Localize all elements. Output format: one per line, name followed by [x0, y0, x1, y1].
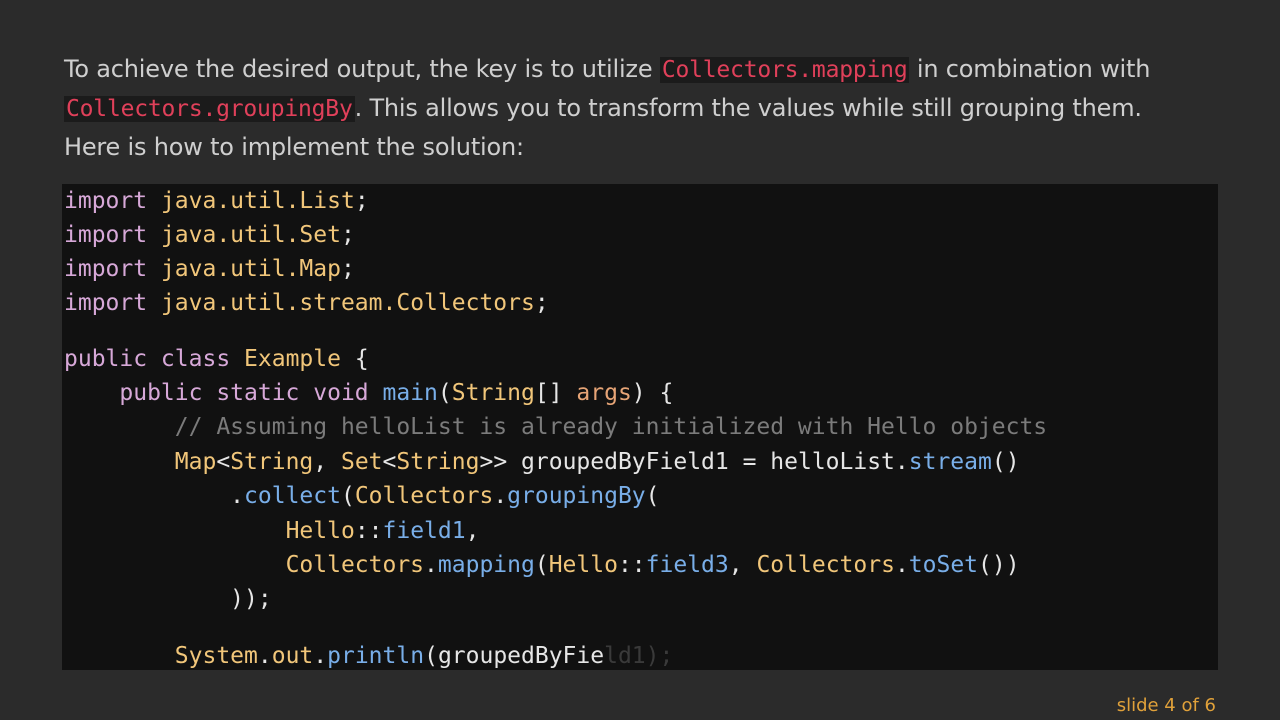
slide-counter: slide 4 of 6	[1116, 695, 1216, 716]
code-line-6: public static void main(String[] args) {	[64, 376, 673, 410]
code-line-9: .collect(Collectors.groupingBy(	[64, 479, 660, 513]
code-line-11: Collectors.mapping(Hello::field3, Collec…	[64, 548, 1020, 582]
faded-code-text: ld1);	[604, 643, 674, 669]
code-block: import java.util.List; import java.util.…	[62, 184, 1218, 670]
type-name: Map	[174, 449, 217, 475]
intro-line-1: To achieve the desired output, the key i…	[64, 50, 1224, 89]
punctuation: ::	[617, 552, 646, 578]
package-name: java.util.stream.Collectors	[147, 290, 535, 316]
keyword: import	[64, 188, 148, 214]
code-line-13: System.out.println(groupedByField1);	[64, 639, 674, 670]
intro-line-2: Collectors.groupingBy. This allows you t…	[64, 89, 1224, 128]
punctuation: {	[340, 346, 369, 372]
method-name: stream	[908, 449, 992, 475]
code-text: >> groupedByField1 = helloList.	[479, 449, 909, 475]
punctuation: .	[493, 483, 508, 509]
punctuation: []	[534, 380, 563, 406]
code-line-7: // Assuming helloList is already initial…	[64, 410, 1047, 444]
type-name: Collectors	[756, 552, 895, 578]
punctuation: ));	[230, 586, 272, 612]
punctuation: (	[424, 643, 438, 669]
field-name: out	[271, 643, 314, 669]
punctuation: .	[313, 643, 328, 669]
punctuation: ;	[354, 188, 369, 214]
keyword: public class	[64, 346, 231, 372]
code-text: groupedByFie	[437, 643, 605, 669]
punctuation: ,	[465, 518, 480, 544]
punctuation: ())	[978, 552, 1020, 578]
punctuation: .	[257, 643, 272, 669]
punctuation: (	[340, 483, 355, 509]
code-line-10: Hello::field1,	[64, 514, 480, 548]
punctuation: ()	[991, 449, 1020, 475]
punctuation: .	[894, 552, 909, 578]
method-name: main	[382, 380, 438, 406]
intro-text: To achieve the desired output, the key i…	[64, 55, 660, 83]
method-name: groupingBy	[507, 483, 646, 509]
intro-text: in combination with	[909, 55, 1151, 83]
intro-text: . This allows you to transform the value…	[354, 94, 1142, 122]
keyword: import	[64, 256, 148, 282]
intro-line-3: Here is how to implement the solution:	[64, 128, 1224, 166]
type-name: Collectors	[285, 552, 425, 578]
class-name: Example	[244, 346, 341, 372]
keyword: public static void	[119, 380, 369, 406]
punctuation: (	[534, 552, 549, 578]
method-name: println	[327, 643, 425, 669]
code-line-8: Map<String, Set<String>> groupedByField1…	[64, 445, 1020, 479]
package-name: java.util.List	[147, 188, 355, 214]
intro-paragraph: To achieve the desired output, the key i…	[64, 50, 1224, 166]
punctuation: ,	[728, 552, 757, 578]
type-name: Hello	[548, 552, 618, 578]
method-name: mapping	[437, 552, 535, 578]
punctuation: (	[437, 380, 452, 406]
inline-code-groupingby: Collectors.groupingBy	[64, 96, 355, 122]
code-line-3: import java.util.Map;	[64, 252, 355, 286]
package-name: java.util.Map	[147, 256, 341, 282]
punctuation: .	[424, 552, 438, 578]
code-line-4: import java.util.stream.Collectors;	[64, 286, 549, 320]
method-name: collect	[244, 483, 341, 509]
type-name: System	[174, 643, 258, 669]
inline-code-mapping: Collectors.mapping	[659, 57, 910, 83]
type-name: String	[396, 449, 480, 475]
parameter: args	[576, 380, 632, 406]
intro-text: Here is how to implement the solution:	[64, 133, 524, 161]
type-name: Set	[340, 449, 383, 475]
punctuation: .	[230, 483, 245, 509]
keyword: import	[64, 290, 148, 316]
punctuation: <	[382, 449, 397, 475]
punctuation: ;	[340, 256, 355, 282]
punctuation: ;	[340, 222, 355, 248]
type-name: Hello	[285, 518, 355, 544]
code-line-1: import java.util.List;	[64, 184, 369, 218]
keyword: import	[64, 222, 148, 248]
type-name: String	[451, 380, 535, 406]
code-comment: // Assuming helloList is already initial…	[174, 414, 1048, 440]
punctuation: ,	[313, 449, 341, 475]
method-name: field1	[382, 518, 466, 544]
method-name: field3	[645, 552, 729, 578]
method-name: toSet	[908, 552, 979, 578]
punctuation: <	[216, 449, 231, 475]
code-line-12: ));	[64, 582, 272, 616]
punctuation: (	[645, 483, 660, 509]
package-name: java.util.Set	[147, 222, 341, 248]
punctuation: ::	[354, 518, 383, 544]
type-name: Collectors	[354, 483, 494, 509]
slide: To achieve the desired output, the key i…	[0, 0, 1280, 720]
code-line-2: import java.util.Set;	[64, 218, 355, 252]
type-name: String	[230, 449, 314, 475]
code-line-5: public class Example {	[64, 342, 369, 376]
punctuation: ) {	[631, 380, 674, 406]
punctuation: ;	[534, 290, 549, 316]
